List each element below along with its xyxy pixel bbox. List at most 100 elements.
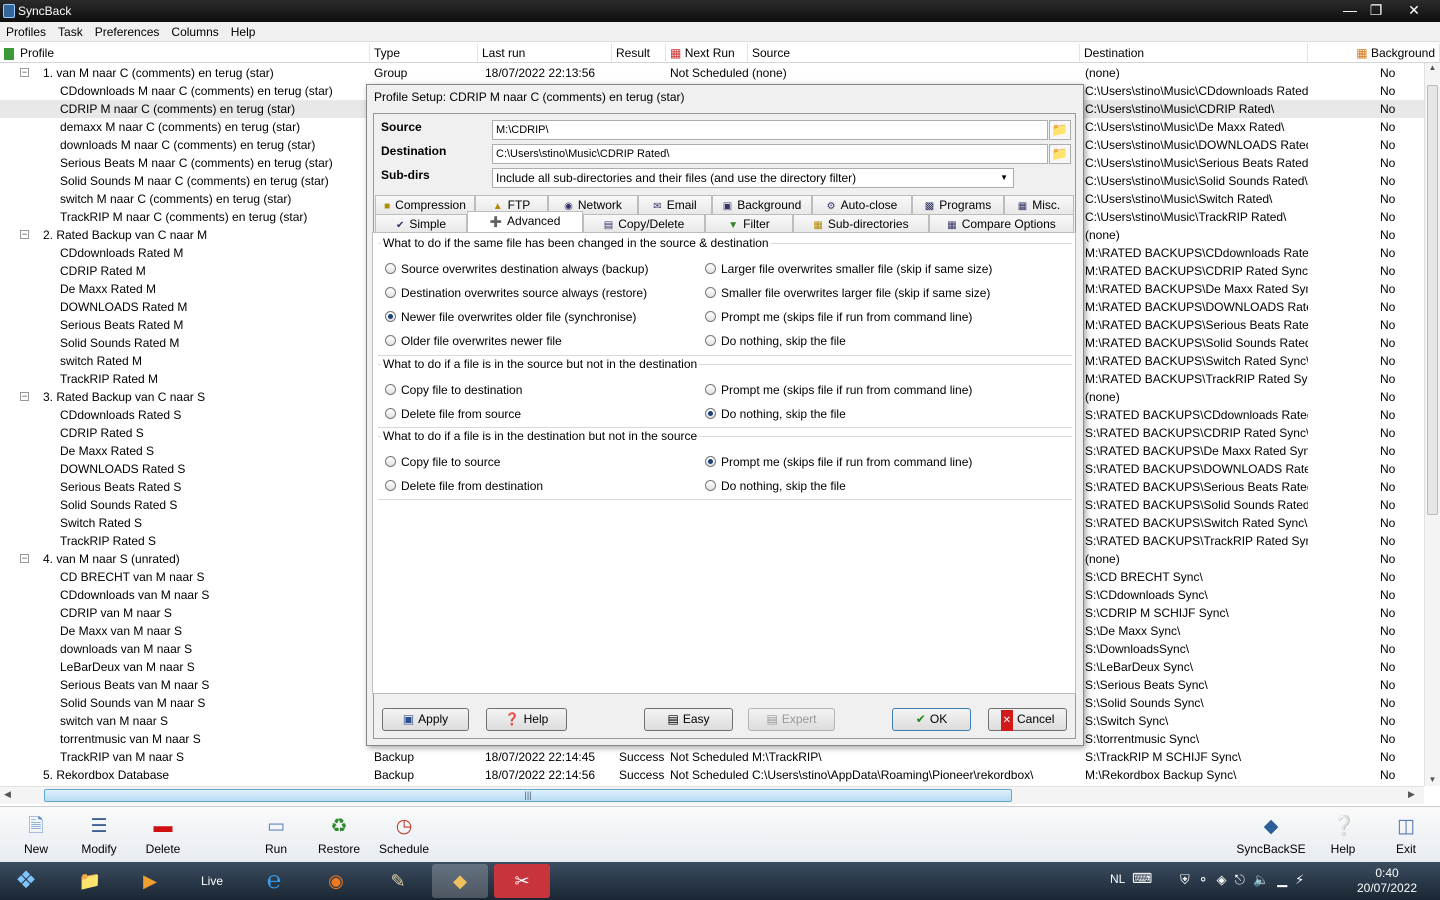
radio-prompt-changed[interactable]: Prompt me (skips file if run from comman… [705,310,972,324]
column-next-run[interactable]: ▦ Next Run [666,44,748,63]
power-icon[interactable]: ⚡ [1295,872,1312,887]
collapse-toggle-icon[interactable]: − [20,68,29,77]
start-button-icon[interactable]: ❖ [2,864,50,898]
menu-help[interactable]: Help [225,22,262,41]
tab-programs[interactable]: ▩ Programs [912,195,1004,214]
profile-row[interactable]: TrackRIP van M naar S Backup 18/07/2022 22… [0,748,1424,766]
tab-filter[interactable]: ▼ Filter [705,214,793,233]
cell-dest: S:\DownloadsSync\ [1085,642,1190,656]
close-button[interactable]: ✕ [1398,0,1430,20]
help-button[interactable]: ❓ Help [486,708,567,731]
restore-button[interactable]: ♻ Restore [309,815,369,856]
syncback-taskbar-icon[interactable]: ◆ [432,864,488,898]
minimize-button[interactable]: — [1336,0,1364,20]
tab-misc[interactable]: ▦ Misc. [1004,195,1074,214]
tab-compare-options[interactable]: ▦ Compare Options [929,214,1074,233]
tab-copy-delete[interactable]: ▤ Copy/Delete [583,214,705,233]
group-row[interactable]: − 1. van M naar C (comments) en terug (st… [0,64,1424,82]
radio-older-overwrites[interactable]: Older file overwrites newer file [385,334,562,348]
radio-do-nothing-destination-only[interactable]: Do nothing, skip the file [705,479,846,493]
destination-folder-icon[interactable]: 📁 [1049,144,1071,164]
volume-icon[interactable]: 🔈 [1253,872,1277,887]
toolbar-help-button[interactable]: ❔ Help [1313,815,1373,856]
radio-prompt-source-only[interactable]: Prompt me (skips file if run from comman… [705,383,972,397]
radio-larger-overwrites[interactable]: Larger file overwrites smaller file (ski… [705,262,992,276]
tab-compression[interactable]: ■ Compression [375,195,475,214]
column-last-run[interactable]: Last run [478,44,612,63]
easy-button[interactable]: ▤ Easy [644,708,733,731]
menu-preferences[interactable]: Preferences [89,22,166,41]
column-type[interactable]: Type [370,44,478,63]
vertical-scrollbar[interactable]: ▲ ▼ [1424,63,1440,786]
collapse-toggle-icon[interactable]: − [20,392,29,401]
scroll-down-icon[interactable]: ▼ [1425,775,1440,784]
tab-email[interactable]: ✉ Email [638,195,712,214]
menu-columns[interactable]: Columns [165,22,224,41]
scroll-right-icon[interactable]: ▶ [1408,789,1415,800]
vertical-scroll-thumb[interactable] [1427,85,1438,515]
cancel-button[interactable]: ✕ Cancel [988,708,1067,731]
radio-destination-overwrites[interactable]: Destination overwrites source always (re… [385,286,647,300]
tray-app-icon[interactable]: ◈ [1217,872,1235,887]
radio-delete-from-destination[interactable]: Delete file from destination [385,479,543,493]
source-field[interactable]: M:\CDRIP\ [492,120,1048,140]
destination-field[interactable]: C:\Users\stino\Music\CDRIP Rated\ [492,144,1048,164]
horizontal-scrollbar[interactable]: ◀ ||| ▶ [0,786,1424,804]
column-destination[interactable]: Destination [1080,44,1308,63]
source-folder-icon[interactable]: 📁 [1049,120,1071,140]
tab-simple[interactable]: ✔ Simple [375,214,467,233]
radio-do-nothing-source-only[interactable]: Do nothing, skip the file [705,407,846,421]
firefox-icon[interactable]: ◉ [308,864,364,898]
explorer-icon[interactable]: 📁 [62,864,118,898]
modify-button[interactable]: ☰ Modify [69,815,129,856]
syncbackse-button[interactable]: ◆ SyncBackSE [1236,815,1306,856]
radio-smaller-overwrites[interactable]: Smaller file overwrites larger file (ski… [705,286,990,300]
exit-button[interactable]: ◫ Exit [1376,815,1436,856]
ok-button[interactable]: ✔ OK [892,708,971,731]
run-button[interactable]: ▭ Run [246,815,306,856]
scroll-up-icon[interactable]: ▲ [1425,63,1440,72]
language-indicator[interactable]: NL [1110,872,1125,886]
subdirs-dropdown[interactable]: Include all sub-directories and their fi… [492,168,1014,188]
tab-sub-directories[interactable]: ▦ Sub-directories [793,214,929,233]
network-signal-icon[interactable]: ▁ [1277,872,1295,887]
keyboard-icon[interactable]: ⌨ [1132,870,1152,887]
clock[interactable]: 0:40 20/07/2022 [1354,866,1420,896]
apply-button[interactable]: ▣ Apply [382,708,469,731]
radio-source-overwrites[interactable]: Source overwrites destination always (ba… [385,262,648,276]
horizontal-scroll-thumb[interactable]: ||| [44,789,1012,802]
radio-delete-from-source[interactable]: Delete file from source [385,407,521,421]
usb-icon[interactable]: ⎋ [1235,872,1253,887]
notepad-icon[interactable]: ✎ [370,864,426,898]
column-source[interactable]: Source [748,44,1080,63]
radio-prompt-destination-only[interactable]: Prompt me (skips file if run from comman… [705,455,972,469]
shield-icon[interactable]: ⚬ [1198,872,1217,887]
radio-copy-to-destination[interactable]: Copy file to destination [385,383,522,397]
collapse-toggle-icon[interactable]: − [20,230,29,239]
radio-copy-to-source[interactable]: Copy file to source [385,455,500,469]
column-result[interactable]: Result [612,44,666,63]
internet-explorer-icon[interactable]: ℮ [246,864,302,898]
tab-auto-close[interactable]: ⚙ Auto-close [812,195,912,214]
snipping-tool-icon[interactable]: ✂ [494,864,550,898]
live-app-icon[interactable]: Live [184,864,240,898]
tray-icons[interactable]: ⛨⚬◈⎋🔈▁⚡ [1180,872,1312,888]
maximize-button[interactable]: ❐ [1362,0,1390,20]
group-same-file-changed-title: What to do if the same file has been cha… [381,236,771,250]
menu-profiles[interactable]: Profiles [0,22,52,41]
column-background[interactable]: ▦ Background [1308,44,1440,63]
delete-button[interactable]: ▬ Delete [133,815,193,856]
menu-task[interactable]: Task [52,22,89,41]
radio-newer-overwrites[interactable]: Newer file overwrites older file (synchr… [385,310,636,324]
security-icon[interactable]: ⛨ [1180,872,1198,887]
schedule-button[interactable]: ◷ Schedule [374,815,434,856]
column-profile[interactable]: Profile [0,44,370,63]
group-row[interactable]: 5. Rekordbox Database Backup 18/07/2022 22… [0,766,1424,784]
media-player-icon[interactable]: ▶ [122,864,178,898]
scroll-left-icon[interactable]: ◀ [4,789,11,800]
new-button[interactable]: 🗎 New [6,815,66,856]
tab-advanced[interactable]: ➕ Advanced [467,211,583,232]
radio-do-nothing-changed[interactable]: Do nothing, skip the file [705,334,846,348]
collapse-toggle-icon[interactable]: − [20,554,29,563]
tab-background[interactable]: ▣ Background [712,195,812,214]
